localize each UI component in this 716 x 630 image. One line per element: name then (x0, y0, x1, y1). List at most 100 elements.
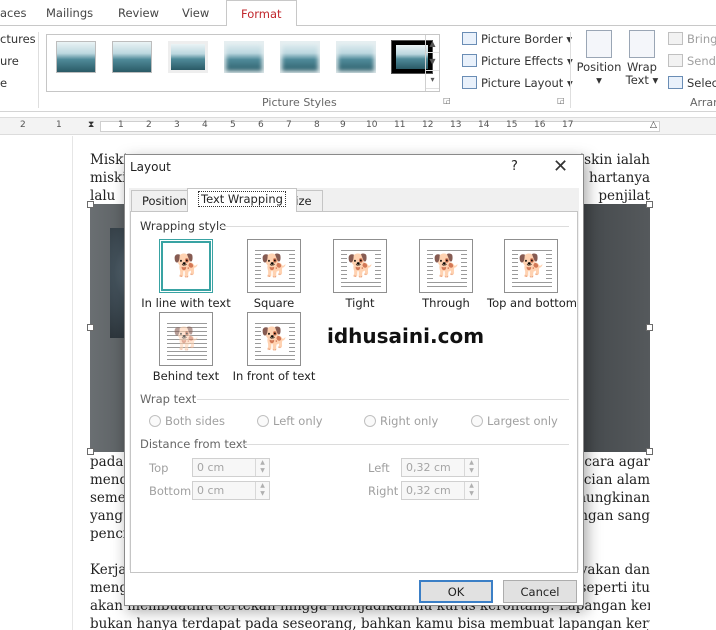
tab-references[interactable]: aces (0, 6, 26, 20)
ruler-number: 10 (366, 120, 378, 130)
wrap-option-behind-text[interactable]: 🐕 Behind text (141, 312, 231, 383)
top-distance-input[interactable]: 0 cm ▲ ▼ (192, 458, 270, 477)
wrap-option-square[interactable]: 🐕 Square (231, 239, 317, 310)
ruler-number: 14 (478, 120, 490, 130)
tab-bar-rule (303, 0, 716, 26)
style-thumb[interactable] (112, 41, 152, 73)
style-thumb[interactable] (280, 41, 320, 73)
ruler-number: 11 (394, 120, 406, 130)
position-icon (586, 30, 612, 58)
picture-effects-button[interactable]: Picture Effects ▾ (462, 54, 573, 68)
picture-button[interactable]: ure (0, 54, 19, 68)
tab-format[interactable]: Format (226, 0, 297, 27)
spinner-arrows-icon[interactable]: ▲ ▼ (464, 459, 478, 476)
right-indent-marker-icon[interactable]: △ (650, 120, 657, 130)
section-divider (219, 226, 569, 227)
dialog-launcher-icon[interactable]: ◲ (443, 96, 451, 105)
radio-right-only[interactable]: Right only (364, 414, 438, 428)
wrap-tight-icon: 🐕 (333, 239, 387, 293)
dog-icon: 🐕 (173, 254, 201, 279)
ruler-number: 13 (450, 120, 462, 130)
cancel-button[interactable]: Cancel (503, 580, 577, 603)
tab-review[interactable]: Review (118, 6, 159, 20)
resize-handle[interactable] (87, 324, 94, 331)
distance-heading: Distance from text (140, 437, 248, 451)
send-backward-button[interactable]: Send (668, 54, 716, 68)
resize-handle[interactable] (87, 201, 94, 208)
bring-forward-icon (668, 32, 683, 45)
ruler-number: 1 (56, 120, 62, 130)
left-distance-input[interactable]: 0,32 cm ▲ ▼ (401, 458, 479, 477)
bring-forward-button[interactable]: Bring (668, 32, 716, 46)
wrap-option-top-bottom[interactable]: 🐕 Top and bottom (487, 239, 577, 310)
position-button[interactable]: Position ▾ (576, 30, 622, 87)
more-icon[interactable]: ▾ (426, 71, 439, 89)
indent-marker-icon[interactable]: ⧗ (88, 120, 94, 130)
spinner-arrows-icon[interactable]: ▲ ▼ (255, 459, 269, 476)
dialog-launcher-icon[interactable]: ◲ (557, 96, 565, 105)
right-distance-input[interactable]: 0,32 cm ▲ ▼ (401, 481, 479, 500)
radio-left-only[interactable]: Left only (257, 414, 323, 428)
ok-button[interactable]: OK (419, 580, 493, 603)
style-thumb[interactable] (168, 41, 208, 73)
picture-border-button[interactable]: Picture Border ▾ (462, 32, 572, 46)
ruler-number: 5 (230, 120, 236, 130)
radio-icon (364, 415, 376, 427)
radio-both-sides[interactable]: Both sides (149, 414, 225, 428)
ruler-number: 12 (422, 120, 434, 130)
dog-icon: 🐕 (173, 327, 201, 352)
doc-line: bukan hanya terdapat pada seseorang, bah… (90, 616, 650, 630)
tab-text-wrapping[interactable]: Text Wrapping (187, 188, 297, 212)
radio-largest-only[interactable]: Largest only (471, 414, 558, 428)
ruler-number: 3 (174, 120, 180, 130)
wrap-top-bottom-icon: 🐕 (504, 239, 558, 293)
tab-mailings[interactable]: Mailings (46, 6, 93, 20)
selection-pane-icon (668, 76, 683, 89)
bottom-label: Bottom (149, 484, 192, 498)
help-button[interactable]: ? (511, 159, 518, 174)
ribbon-tab-bar: aces Mailings Review View Format (0, 0, 716, 27)
layout-dialog: Layout ? ✕ Position Text Wrapping Size W… (124, 154, 584, 606)
wrap-option-in-line[interactable]: 🐕 In line with text (141, 239, 231, 310)
ruler-number: 17 (562, 120, 574, 130)
wrap-option-through[interactable]: 🐕 Through (403, 239, 489, 310)
resize-handle[interactable] (646, 201, 653, 208)
ruler-number: 1 (118, 120, 124, 130)
wrap-option-in-front[interactable]: 🐕 In front of text (231, 312, 317, 383)
top-label: Top (149, 461, 169, 475)
wrap-option-label: Top and bottom (487, 296, 577, 310)
spinner-arrows-icon[interactable]: ▲ ▼ (464, 482, 478, 499)
style-thumb[interactable] (56, 41, 96, 73)
style-thumb[interactable] (224, 41, 264, 73)
close-icon[interactable]: ✕ (553, 156, 568, 177)
wrap-behind-icon: 🐕 (159, 312, 213, 366)
wrap-text-heading: Wrap text (140, 392, 197, 406)
reset-button[interactable]: e (0, 76, 7, 90)
bottom-distance-input[interactable]: 0 cm ▲ ▼ (192, 481, 270, 500)
chevron-down-icon[interactable]: ▼ (426, 53, 439, 71)
chevron-up-icon[interactable]: ▲ (426, 35, 439, 53)
picture-styles-gallery: ▲ ▼ ▾ (46, 34, 440, 92)
wrap-text-button[interactable]: Wrap Text ▾ (622, 30, 662, 87)
dog-icon: 🐕 (261, 253, 289, 281)
wrap-through-icon: 🐕 (419, 239, 473, 293)
page-edge (72, 136, 73, 630)
ruler-number: 15 (506, 120, 518, 130)
tab-view[interactable]: View (182, 6, 209, 20)
selection-pane-button[interactable]: Select (668, 76, 716, 90)
horizontal-ruler[interactable]: 2 1 ⧗ 1 2 3 4 5 6 7 8 9 10 11 12 13 14 1… (0, 117, 716, 135)
style-thumb[interactable] (336, 41, 376, 73)
gallery-scroll[interactable]: ▲ ▼ ▾ (425, 35, 439, 91)
left-label: Left (368, 461, 390, 475)
pictures-button[interactable]: ctures (0, 32, 36, 46)
dog-icon: 🐕 (347, 253, 375, 281)
picture-layout-button[interactable]: Picture Layout ▾ (462, 76, 573, 90)
right-label: Right (368, 484, 399, 498)
watermark-text: idhusaini.com (327, 324, 485, 348)
spinner-arrows-icon[interactable]: ▲ ▼ (255, 482, 269, 499)
group-label-picture-styles: Picture Styles (262, 96, 337, 109)
resize-handle[interactable] (646, 324, 653, 331)
ruler-number: 2 (20, 120, 26, 130)
ruler-number: 4 (202, 120, 208, 130)
wrap-option-tight[interactable]: 🐕 Tight (317, 239, 403, 310)
